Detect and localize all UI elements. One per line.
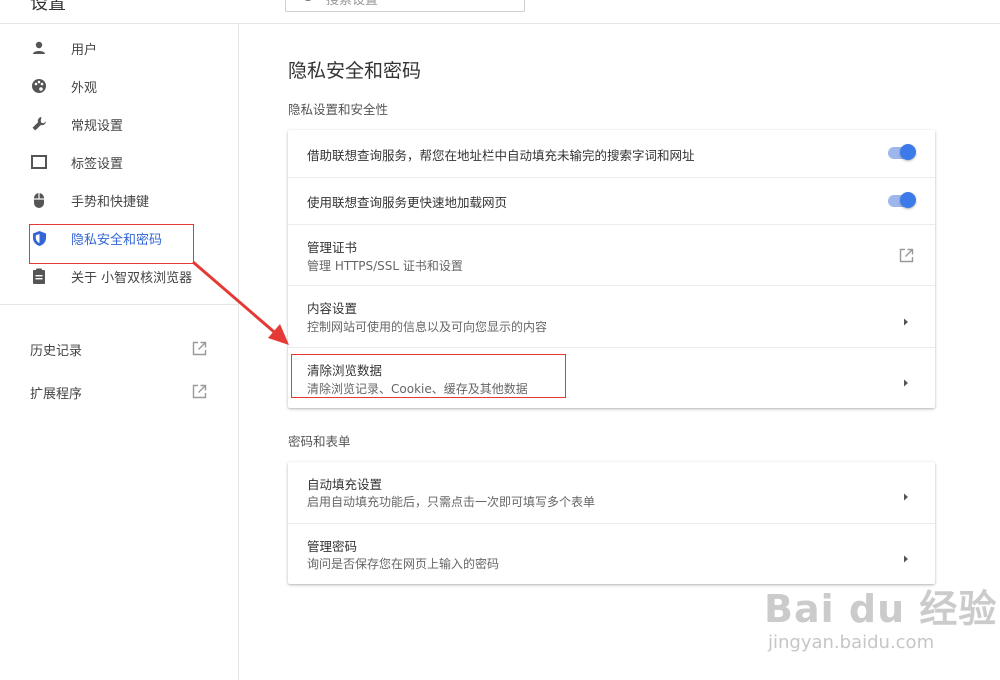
annotation-box-clear-data [291, 354, 566, 398]
row-primary-text: 管理密码 [307, 539, 358, 554]
open-external-icon [899, 248, 914, 267]
sidebar-item-tabs[interactable]: 标签设置 [0, 143, 239, 181]
sidebar-item-extensions[interactable]: 扩展程序 [0, 372, 239, 412]
wrench-icon [30, 116, 48, 132]
open-external-icon [192, 341, 207, 360]
search-placeholder: 搜索设置 [326, 0, 379, 8]
preload-pages-toggle[interactable] [886, 192, 916, 208]
chevron-right-icon [901, 487, 911, 501]
row-primary-text: 内容设置 [307, 301, 358, 316]
sidebar-item-gestures[interactable]: 手势和快捷键 [0, 181, 239, 219]
sidebar-item-user[interactable]: 用户 [0, 29, 239, 67]
chevron-right-icon [901, 549, 911, 563]
sidebar-item-label: 标签设置 [71, 157, 124, 172]
sidebar: 用户 外观 常规设置 标签设置 手势和快捷键 隐私安全和密码 关于 小智双核浏览… [0, 24, 239, 680]
person-icon [30, 40, 48, 56]
top-bar: 设置 搜索设置 [0, 0, 1000, 24]
row-secondary-text: 控制网站可使用的信息以及可向您显示的内容 [307, 320, 548, 334]
sidebar-item-label: 扩展程序 [30, 387, 83, 402]
row-primary-text: 使用联想查询服务更快速地加载网页 [307, 195, 508, 210]
app-title: 设置 [30, 0, 66, 14]
autofill-settings-row[interactable]: 自动填充设置 启用自动填充功能后，只需点击一次即可填写多个表单 [288, 462, 935, 523]
annotation-box-sidebar [29, 224, 194, 264]
sidebar-item-label: 历史记录 [30, 344, 83, 359]
preload-pages-row[interactable]: 使用联想查询服务更快速地加载网页 [288, 177, 935, 224]
row-primary-text: 借助联想查询服务，帮您在地址栏中自动填充未输完的搜索字词和网址 [307, 148, 695, 163]
section-title-privacy: 隐私设置和安全性 [288, 102, 389, 117]
row-primary-text: 管理证书 [307, 240, 358, 255]
suggest-autofill-toggle[interactable] [886, 144, 916, 160]
section-title-passwords: 密码和表单 [288, 434, 351, 449]
open-external-icon [192, 384, 207, 403]
row-secondary-text: 管理 HTTPS/SSL 证书和设置 [307, 259, 463, 273]
chevron-right-icon [901, 373, 911, 387]
baidu-watermark: Bai du 经验 jingyan.baidu.com [760, 570, 1000, 680]
passwords-card: 自动填充设置 启用自动填充功能后，只需点击一次即可填写多个表单 管理密码 询问是… [288, 462, 935, 584]
sidebar-item-label: 外观 [71, 81, 98, 96]
row-secondary-text: 启用自动填充功能后，只需点击一次即可填写多个表单 [307, 495, 596, 509]
manage-certificates-row[interactable]: 管理证书 管理 HTTPS/SSL 证书和设置 [288, 224, 935, 285]
suggest-autofill-row[interactable]: 借助联想查询服务，帮您在地址栏中自动填充未输完的搜索字词和网址 [288, 130, 935, 177]
content-settings-row[interactable]: 内容设置 控制网站可使用的信息以及可向您显示的内容 [288, 285, 935, 347]
watermark-url: jingyan.baidu.com [768, 632, 935, 653]
sidebar-item-appearance[interactable]: 外观 [0, 67, 239, 105]
search-input[interactable]: 搜索设置 [285, 0, 525, 12]
clipboard-icon [30, 268, 48, 284]
sidebar-item-general[interactable]: 常规设置 [0, 105, 239, 143]
search-icon [302, 0, 314, 1]
page-title: 隐私安全和密码 [288, 60, 422, 82]
row-secondary-text: 询问是否保存您在网页上输入的密码 [307, 557, 500, 571]
tab-icon [30, 154, 48, 170]
sidebar-item-history[interactable]: 历史记录 [0, 329, 239, 369]
sidebar-item-label: 常规设置 [71, 119, 124, 134]
sidebar-item-label: 用户 [71, 43, 98, 58]
row-primary-text: 自动填充设置 [307, 477, 383, 492]
palette-icon [30, 78, 48, 94]
mouse-icon [30, 192, 48, 208]
sidebar-item-label: 手势和快捷键 [71, 195, 150, 210]
chevron-right-icon [901, 312, 911, 326]
sidebar-item-label: 关于 小智双核浏览器 [71, 271, 193, 286]
watermark-brand: Bai du 经验 [764, 587, 998, 631]
sidebar-divider [0, 304, 239, 305]
